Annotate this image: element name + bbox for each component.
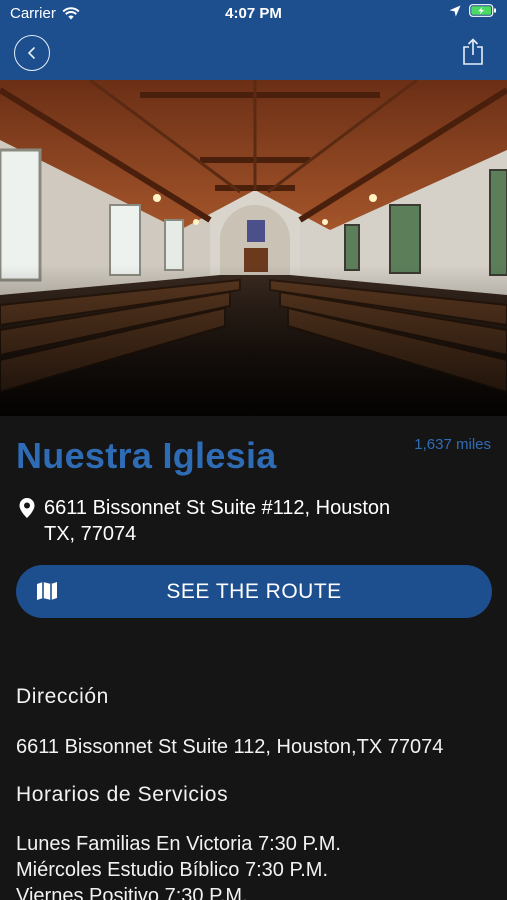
map-pin-icon — [18, 495, 40, 547]
church-photo — [0, 80, 507, 416]
status-bar: Carrier 4:07 PM — [0, 0, 507, 28]
see-route-button[interactable]: SEE THE ROUTE — [16, 565, 492, 618]
location-arrow-icon — [449, 5, 461, 16]
church-name: Nuestra Iglesia — [16, 435, 277, 476]
battery-charging-icon — [469, 4, 496, 17]
service-item: Lunes Familias En Victoria 7:30 P.M. — [16, 833, 341, 855]
nav-header: Carrier 4:07 PM — [0, 0, 507, 80]
address-line-2: TX, 77074 — [44, 523, 137, 545]
share-icon — [463, 38, 483, 65]
address-block: 6611 Bissonnet St Suite #112, Houston TX… — [18, 495, 488, 547]
see-route-label: SEE THE ROUTE — [166, 579, 342, 603]
status-time: 4:07 PM — [225, 5, 282, 22]
direccion-value: 6611 Bissonnet St Suite 112, Houston,TX … — [16, 736, 444, 758]
back-button[interactable] — [14, 35, 50, 71]
service-item: Miércoles Estudio Bíblico 7:30 P.M. — [16, 859, 329, 881]
distance-label: 1,637 miles — [414, 436, 491, 453]
horarios-heading: Horarios de Servicios — [16, 783, 229, 806]
map-icon — [37, 582, 57, 600]
address-text: 6611 Bissonnet St Suite #112, Houston TX… — [44, 495, 390, 547]
direccion-heading: Dirección — [16, 685, 109, 708]
services-list: Lunes Familias En Victoria 7:30 P.M. Mié… — [16, 831, 341, 900]
address-line-1: 6611 Bissonnet St Suite #112, Houston — [44, 497, 391, 519]
status-right — [449, 4, 497, 17]
service-item: Viernes Positivo 7:30 P.M. — [16, 885, 248, 900]
share-button[interactable] — [459, 37, 487, 67]
chevron-left-icon — [27, 47, 35, 59]
